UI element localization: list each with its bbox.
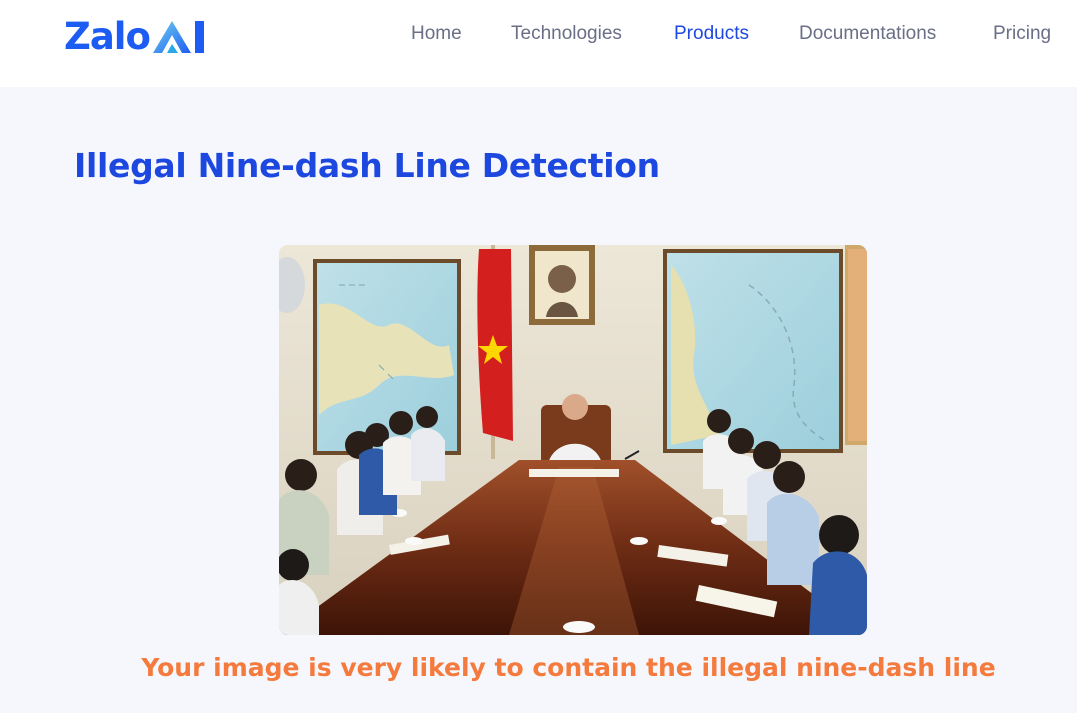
detection-result-text: Your image is very likely to contain the… xyxy=(141,653,996,682)
uploaded-photo xyxy=(279,245,867,635)
top-navbar: Zalo Home Technologies Products Document… xyxy=(0,0,1077,87)
nav-pricing[interactable]: Pricing xyxy=(993,22,1051,46)
nav-home[interactable]: Home xyxy=(411,22,462,46)
page-title: Illegal Nine-dash Line Detection xyxy=(74,146,660,185)
nav-products[interactable]: Products xyxy=(674,22,749,46)
nav-technologies[interactable]: Technologies xyxy=(511,22,622,46)
meeting-room-photo xyxy=(279,245,867,635)
main-nav: Home Technologies Products Documentation… xyxy=(0,22,1077,46)
nav-documentations[interactable]: Documentations xyxy=(799,22,936,46)
